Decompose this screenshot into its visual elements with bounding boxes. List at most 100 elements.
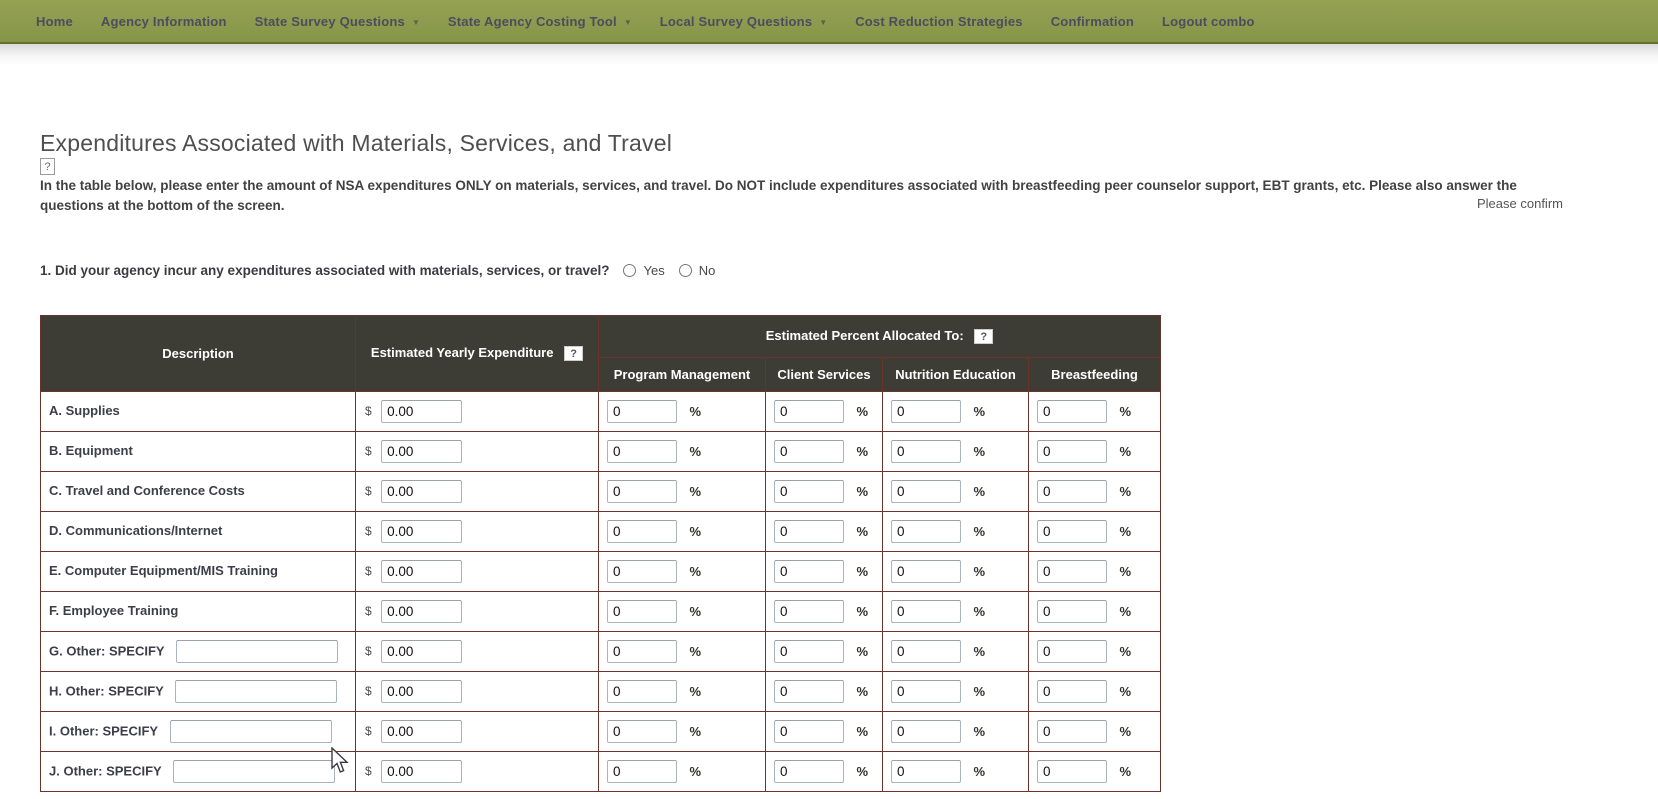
percent-input[interactable] [607,480,677,503]
percent-input[interactable] [1037,600,1107,623]
percent-sign: % [689,644,701,659]
percent-input[interactable] [891,560,961,583]
amount-cell: $ [356,711,599,751]
nav-item[interactable]: Cost Reduction Strategies [841,0,1037,42]
nav-item[interactable]: State Survey Questions ▼ [241,0,434,42]
nav-item[interactable]: Local Survey Questions ▼ [646,0,841,42]
no-radio-label: No [699,263,716,278]
percent-sign: % [689,684,701,699]
row-label: J. Other: SPECIFY [49,763,162,778]
amount-input[interactable] [381,640,462,663]
dollar-sign: $ [365,604,372,618]
percent-input[interactable] [607,400,677,423]
percent-input[interactable] [607,760,677,783]
amount-input[interactable] [381,560,462,583]
percent-input[interactable] [774,480,844,503]
percent-cell: % [883,671,1029,711]
percent-input[interactable] [607,600,677,623]
percent-input[interactable] [607,720,677,743]
percent-input[interactable] [607,440,677,463]
percent-input[interactable] [1037,760,1107,783]
chevron-down-icon: ▼ [624,16,632,27]
percent-input[interactable] [1037,720,1107,743]
percent-input[interactable] [1037,520,1107,543]
percent-sign: % [856,404,868,419]
percent-input[interactable] [774,600,844,623]
expenditure-help-icon[interactable]: ? [564,346,583,361]
amount-input[interactable] [381,400,462,423]
row-label: F. Employee Training [49,603,178,618]
percent-group-help-icon[interactable]: ? [974,329,993,344]
percent-input[interactable] [891,600,961,623]
percent-cell: % [599,551,766,591]
percent-input[interactable] [774,720,844,743]
percent-input[interactable] [1037,640,1107,663]
radio-option-yes[interactable]: Yes [623,263,664,278]
table-row: H. Other: SPECIFY $ % % % % [41,671,1161,711]
percent-input[interactable] [774,440,844,463]
percent-input[interactable] [1037,480,1107,503]
no-radio[interactable] [679,264,692,277]
percent-input[interactable] [607,560,677,583]
percent-sign: % [973,484,985,499]
percent-column-header: Client Services [766,357,883,391]
radio-option-no[interactable]: No [679,263,716,278]
specify-input[interactable] [175,680,337,703]
percent-input[interactable] [891,520,961,543]
percent-input[interactable] [891,400,961,423]
dollar-sign: $ [365,484,372,498]
dollar-sign: $ [365,444,372,458]
percent-input[interactable] [1037,560,1107,583]
specify-input[interactable] [173,760,335,783]
nav-item[interactable]: Agency Information [87,0,241,42]
nav-shadow [0,44,1658,66]
percent-input[interactable] [1037,400,1107,423]
nav-item-label: Agency Information [101,14,227,29]
percent-input[interactable] [774,760,844,783]
nav-list: Home Agency Information State Survey Que… [0,0,1658,42]
row-label: C. Travel and Conference Costs [49,483,245,498]
percent-input[interactable] [774,680,844,703]
percent-input[interactable] [607,520,677,543]
expenditure-header-label: Estimated Yearly Expenditure [371,345,554,360]
percent-input[interactable] [891,680,961,703]
help-icon[interactable]: ? [40,158,55,175]
specify-input[interactable] [176,640,338,663]
amount-input[interactable] [381,520,462,543]
percent-input[interactable] [1037,440,1107,463]
description-cell: A. Supplies [41,391,356,431]
dollar-sign: $ [365,764,372,778]
percent-cell: % [883,391,1029,431]
nav-item[interactable]: State Agency Costing Tool ▼ [434,0,646,42]
percent-sign: % [689,404,701,419]
question-1-text: 1. Did your agency incur any expenditure… [40,263,609,278]
percent-input[interactable] [774,640,844,663]
amount-input[interactable] [381,600,462,623]
percent-input[interactable] [891,440,961,463]
percent-input[interactable] [607,680,677,703]
description-cell: E. Computer Equipment/MIS Training [41,551,356,591]
percent-input[interactable] [774,560,844,583]
percent-input[interactable] [891,720,961,743]
amount-input[interactable] [381,680,462,703]
amount-input[interactable] [381,480,462,503]
amount-input[interactable] [381,440,462,463]
percent-sign: % [856,604,868,619]
percent-input[interactable] [774,520,844,543]
percent-input[interactable] [891,760,961,783]
amount-input[interactable] [381,720,462,743]
percent-input[interactable] [774,400,844,423]
percent-sign: % [856,644,868,659]
nav-item[interactable]: Home [22,0,87,42]
percent-input[interactable] [607,640,677,663]
yes-radio[interactable] [623,264,636,277]
percent-cell: % [1029,711,1161,751]
nav-item[interactable]: Logout combo [1148,0,1269,42]
percent-input[interactable] [891,640,961,663]
nav-item[interactable]: Confirmation [1037,0,1148,42]
percent-input[interactable] [891,480,961,503]
percent-input[interactable] [1037,680,1107,703]
specify-input[interactable] [170,720,332,743]
amount-input[interactable] [381,760,462,783]
percent-cell: % [766,591,883,631]
